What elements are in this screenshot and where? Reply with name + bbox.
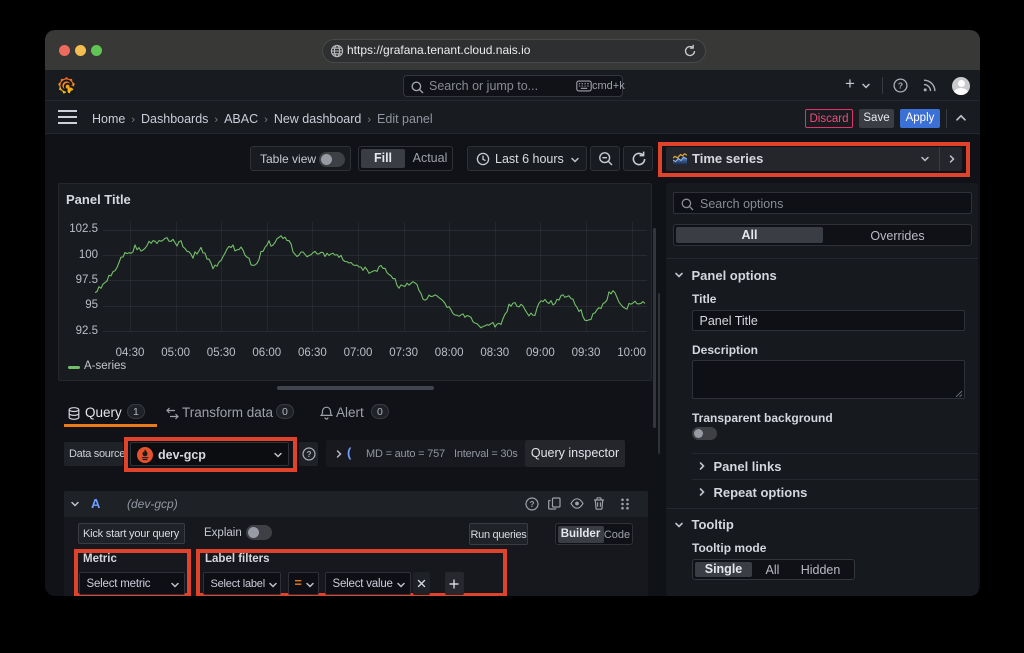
svg-text:?: ? bbox=[530, 500, 535, 509]
svg-text:?: ? bbox=[898, 81, 903, 91]
svg-text:?: ? bbox=[306, 450, 311, 459]
